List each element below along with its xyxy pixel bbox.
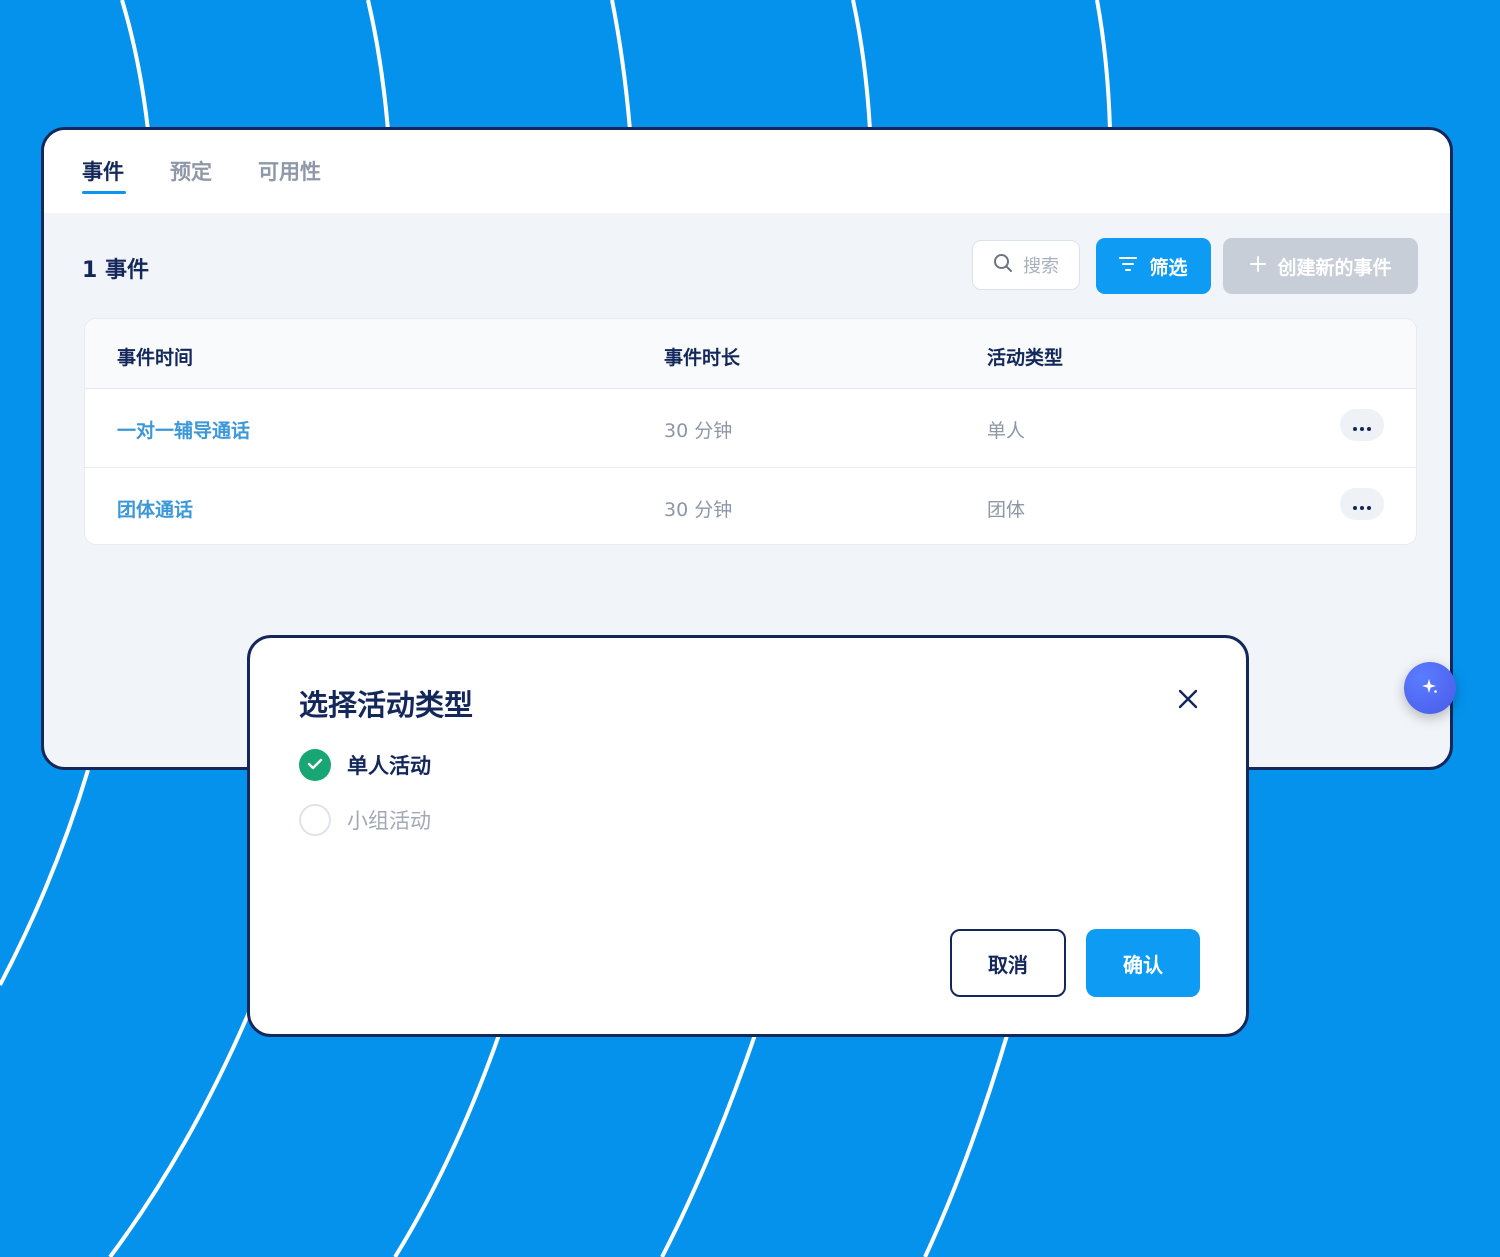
tab-events[interactable]: 事件 xyxy=(82,156,124,186)
search-icon xyxy=(993,253,1013,277)
active-tab-indicator xyxy=(82,191,126,194)
column-header-event-time: 事件时间 xyxy=(117,347,194,369)
check-icon xyxy=(307,756,323,775)
tab-bar: 事件 预定 可用性 xyxy=(44,130,1450,213)
option-group-activity[interactable]: 小组活动 xyxy=(299,804,431,836)
event-type: 单人 xyxy=(987,420,1026,442)
search-placeholder: 搜索 xyxy=(1023,256,1059,277)
event-duration: 30 分钟 xyxy=(664,499,733,521)
event-name-link[interactable]: 团体通话 xyxy=(117,495,193,522)
tab-availability[interactable]: 可用性 xyxy=(258,156,321,186)
event-type: 团体 xyxy=(987,499,1026,521)
close-button[interactable] xyxy=(1175,686,1201,712)
filter-button[interactable]: 筛选 xyxy=(1096,238,1211,294)
table-header: 事件时间 事件时长 活动类型 xyxy=(85,319,1416,389)
cancel-button[interactable]: 取消 xyxy=(950,929,1066,997)
assistant-fab-button[interactable] xyxy=(1404,662,1456,714)
more-options-button[interactable] xyxy=(1340,488,1384,520)
table-row: 团体通话 30 分钟 团体 xyxy=(85,468,1416,544)
option-label: 小组活动 xyxy=(347,809,431,833)
more-options-button[interactable] xyxy=(1340,409,1384,441)
sparkle-icon xyxy=(1420,676,1440,700)
activity-type-dialog: 选择活动类型 单人活动 小组活动 取消 确认 xyxy=(247,635,1249,1037)
events-table: 事件时间 事件时长 活动类型 一对一辅导通话 30 分钟 单人 团体通话 30 … xyxy=(84,318,1417,545)
create-event-button[interactable]: 创建新的事件 xyxy=(1223,238,1418,294)
radio-unchecked[interactable] xyxy=(299,804,331,836)
more-icon xyxy=(1353,416,1371,435)
filter-icon xyxy=(1119,255,1138,277)
column-header-activity-type: 活动类型 xyxy=(987,347,1064,369)
more-icon xyxy=(1353,495,1371,514)
events-count-title: 1 事件 xyxy=(82,258,149,283)
column-header-duration: 事件时长 xyxy=(664,347,741,369)
dialog-title: 选择活动类型 xyxy=(299,688,474,722)
table-row: 一对一辅导通话 30 分钟 单人 xyxy=(85,389,1416,468)
event-name-link[interactable]: 一对一辅导通话 xyxy=(117,416,250,443)
search-input[interactable]: 搜索 xyxy=(972,240,1080,290)
create-event-label: 创建新的事件 xyxy=(1277,256,1392,279)
radio-checked[interactable] xyxy=(299,749,331,781)
plus-icon xyxy=(1249,255,1267,278)
option-individual-activity[interactable]: 单人活动 xyxy=(299,749,431,781)
tab-bookings[interactable]: 预定 xyxy=(170,156,212,186)
filter-label: 筛选 xyxy=(1149,256,1188,279)
option-label: 单人活动 xyxy=(347,754,431,778)
close-icon xyxy=(1175,689,1201,716)
confirm-button[interactable]: 确认 xyxy=(1086,929,1200,997)
event-duration: 30 分钟 xyxy=(664,420,733,442)
